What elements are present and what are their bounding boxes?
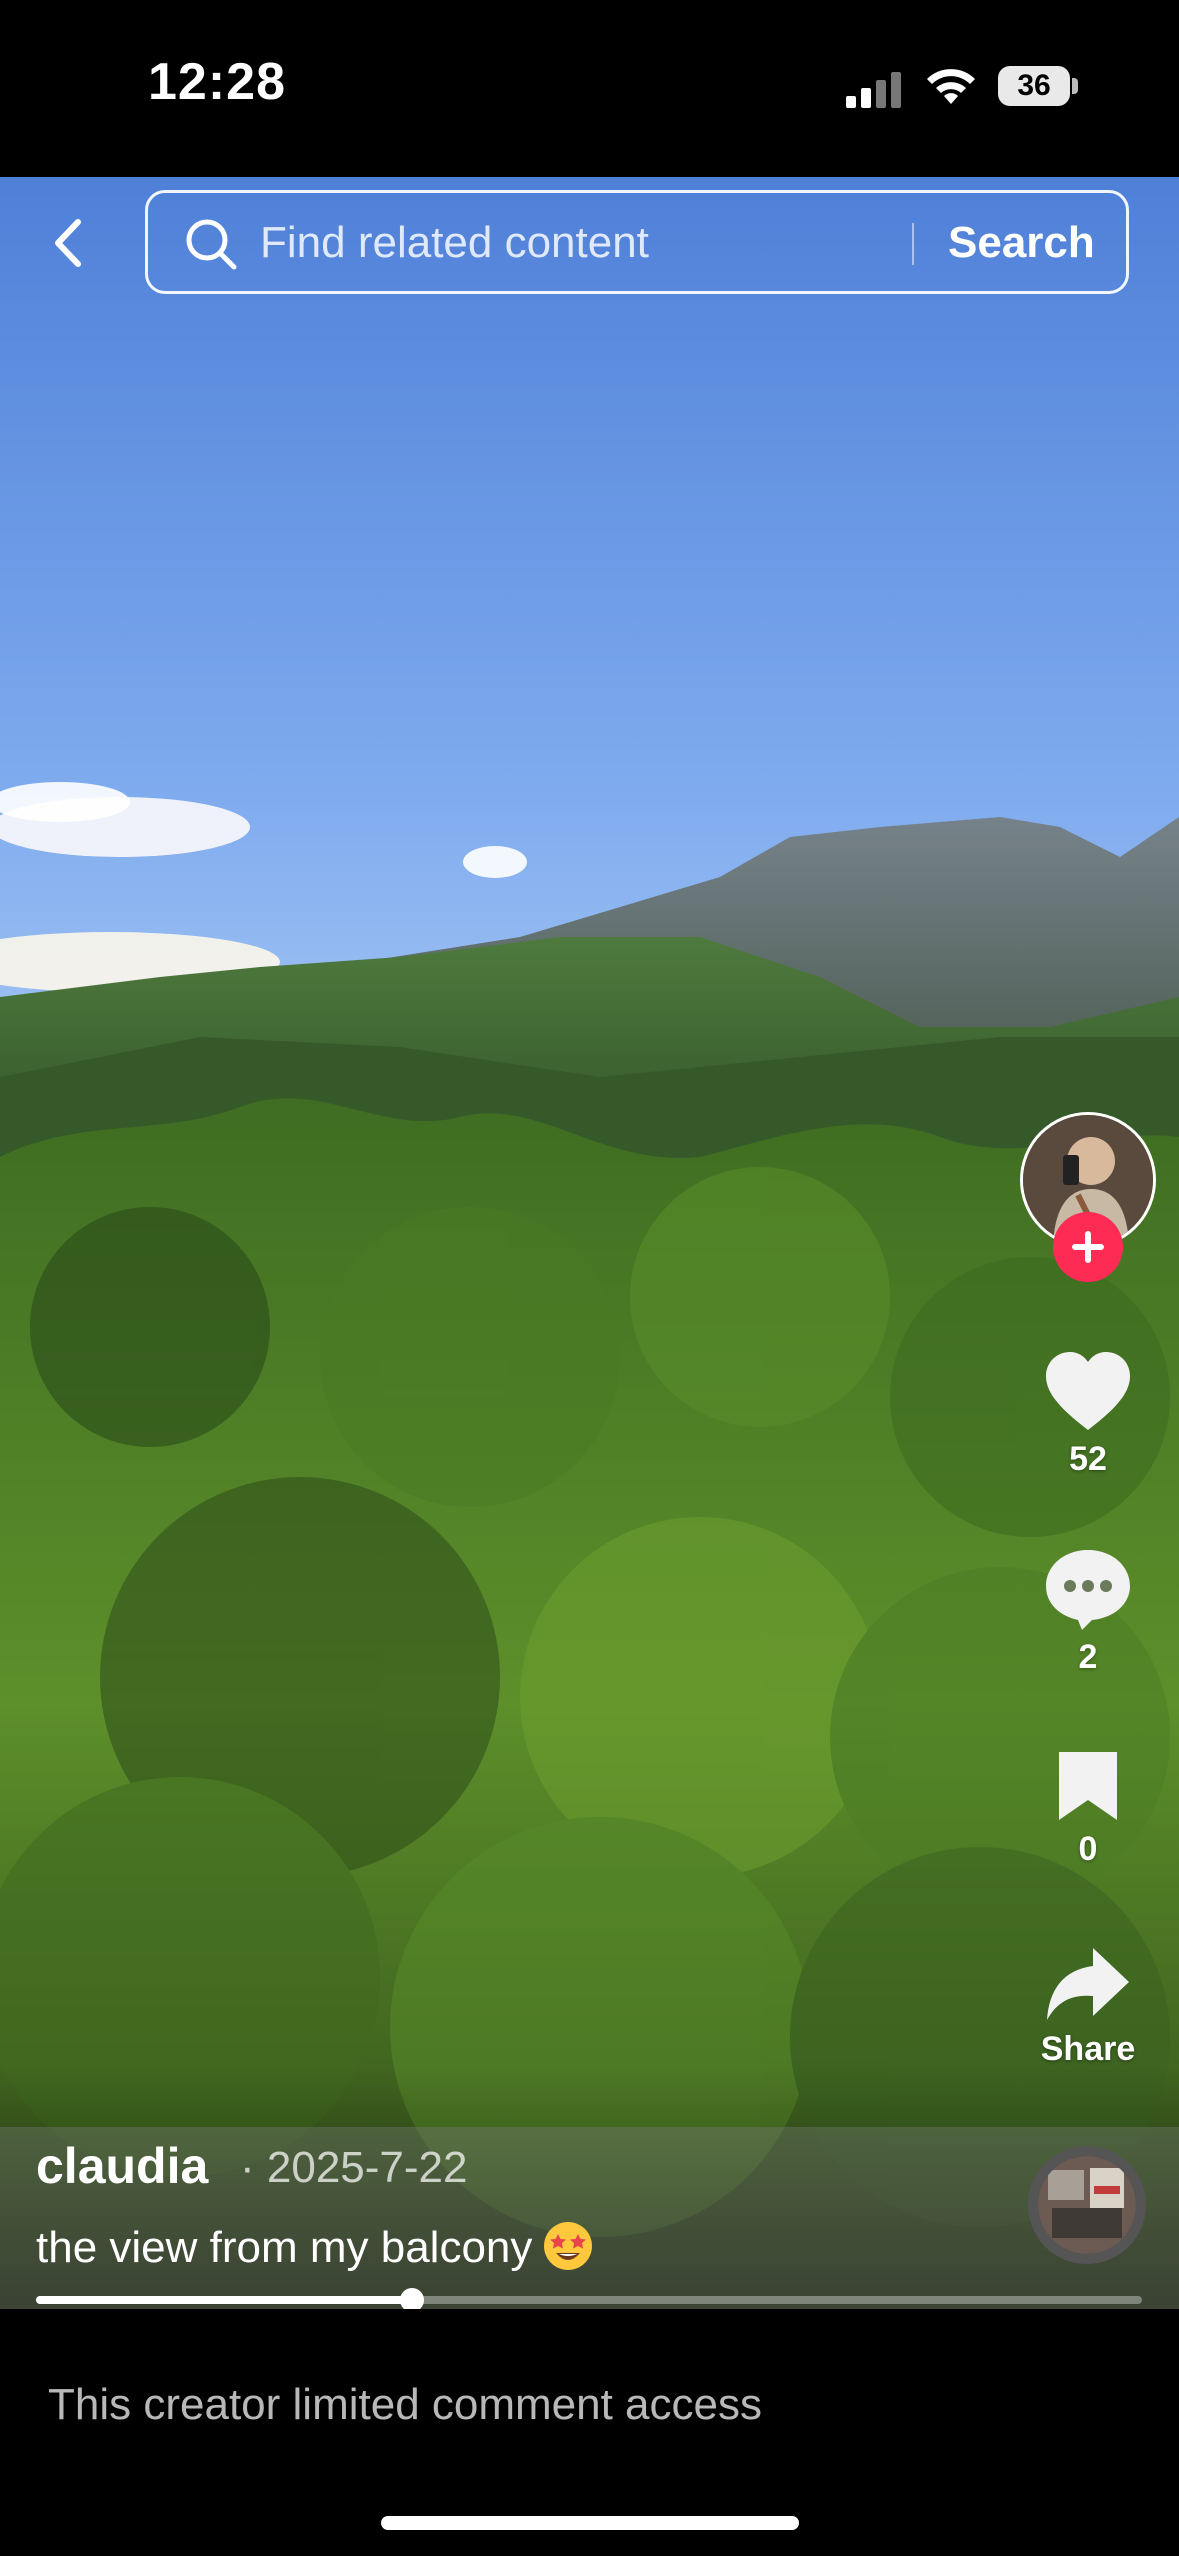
comment-limited-notice: This creator limited comment access xyxy=(48,2380,762,2429)
home-indicator[interactable] xyxy=(381,2516,799,2530)
battery-level: 36 xyxy=(1017,69,1051,102)
wifi-icon xyxy=(927,69,975,104)
post-caption: the view from my balcony xyxy=(36,2220,594,2276)
star-struck-emoji xyxy=(544,2222,593,2270)
comment-icon xyxy=(1046,1550,1130,1630)
follow-button[interactable] xyxy=(1053,1212,1123,1282)
back-icon xyxy=(55,219,81,267)
comment-count: 2 xyxy=(1078,1638,1098,1676)
battery-icon: 36 xyxy=(998,66,1078,106)
save-action[interactable]: 0 xyxy=(1030,1748,1146,1869)
caption-text: the view from my balcony xyxy=(36,2223,533,2272)
search-bar[interactable]: Find related content Search xyxy=(145,190,1129,294)
plus-icon xyxy=(1072,1231,1104,1263)
status-bar: 12:28 36 xyxy=(0,0,1179,177)
video-frame-landscape xyxy=(0,177,1179,2309)
share-label: Share xyxy=(1040,2030,1136,2068)
status-time: 12:28 xyxy=(148,53,286,111)
music-disc[interactable] xyxy=(1028,2146,1146,2264)
creator-username[interactable]: claudia xyxy=(36,2136,208,2196)
share-icon xyxy=(1047,1948,1129,2020)
back-button[interactable] xyxy=(38,213,96,273)
bookmark-icon xyxy=(1059,1752,1117,1820)
music-cover-image xyxy=(1038,2156,1136,2254)
comment-bar: This creator limited comment access xyxy=(0,2309,1179,2556)
search-icon xyxy=(186,219,237,270)
share-action[interactable]: Share xyxy=(1030,1944,1146,2069)
save-count: 0 xyxy=(1078,1830,1098,1868)
comment-action[interactable]: 2 xyxy=(1030,1546,1146,1677)
search-input[interactable]: Find related content xyxy=(260,217,649,269)
like-action[interactable]: 52 xyxy=(1030,1350,1146,1479)
search-divider xyxy=(912,223,914,265)
progress-fill xyxy=(36,2296,413,2304)
post-date: · 2025-7-22 xyxy=(240,2143,468,2192)
signal-icon xyxy=(846,72,901,108)
video-player[interactable] xyxy=(0,177,1179,2309)
video-progress-bar[interactable] xyxy=(36,2288,1142,2312)
search-button[interactable]: Search xyxy=(948,217,1095,269)
like-count: 52 xyxy=(1069,1440,1107,1478)
heart-icon xyxy=(1046,1352,1130,1430)
